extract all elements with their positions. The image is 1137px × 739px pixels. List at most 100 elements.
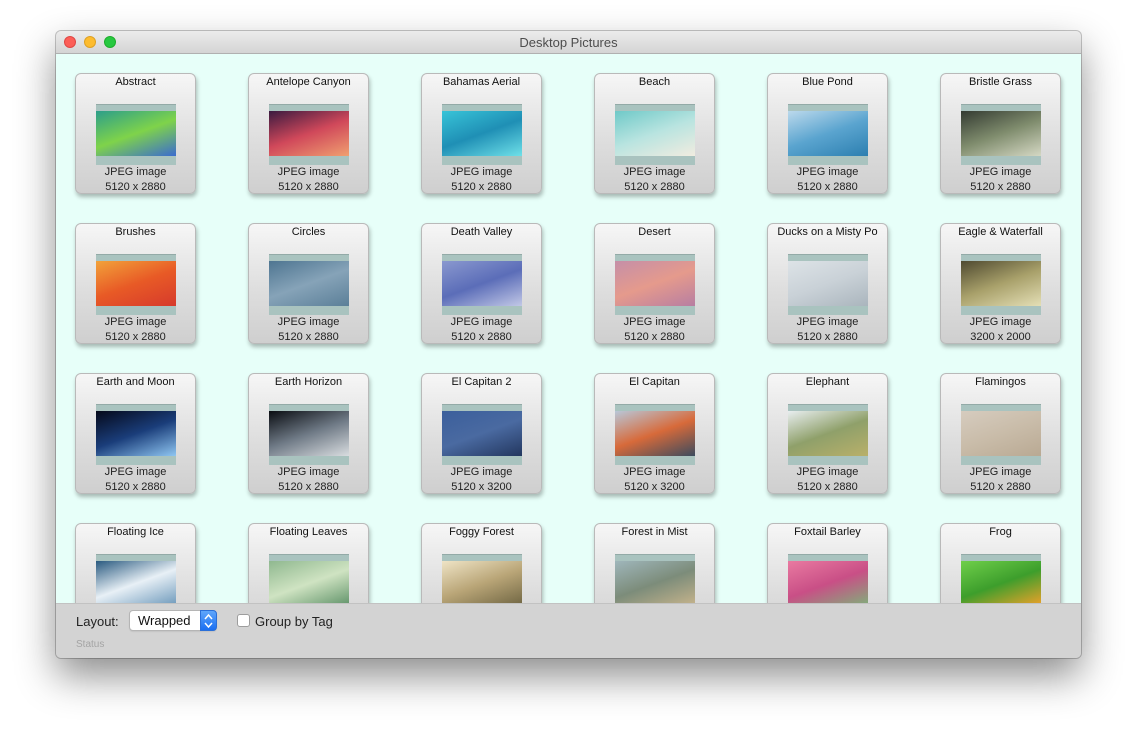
tile-type: JPEG image: [277, 466, 340, 478]
image-tile[interactable]: Brushes JPEG image 5120 x 2880: [75, 223, 196, 344]
tile-type: JPEG image: [796, 466, 859, 478]
tile-type: JPEG image: [104, 166, 167, 178]
tile-dimensions: 5120 x 2880: [797, 481, 858, 493]
layout-select[interactable]: Wrapped: [129, 610, 217, 631]
thumbnail-image: [961, 111, 1041, 156]
thumbnail-image: [615, 561, 695, 603]
tile-name: Forest in Mist: [621, 526, 688, 538]
chevron-down-icon: [204, 622, 213, 629]
group-by-tag-label[interactable]: Group by Tag: [255, 614, 333, 629]
tile-name: Elephant: [805, 376, 850, 388]
image-tile[interactable]: Bristle Grass JPEG image 5120 x 2880: [940, 73, 1061, 194]
image-tile[interactable]: Elephant JPEG image 5120 x 2880: [767, 373, 888, 494]
thumbnail-frame: [961, 104, 1041, 165]
tile-name: Circles: [291, 226, 326, 238]
group-by-tag-checkbox[interactable]: [237, 614, 250, 627]
thumbnail-frame: [442, 404, 522, 465]
tile-dimensions: 5120 x 2880: [278, 181, 339, 193]
thumbnail-frame: [615, 404, 695, 465]
image-tile[interactable]: FrogJPEG image: [940, 523, 1061, 603]
bottom-toolbar: Layout: Wrapped Group by Tag Status: [56, 603, 1081, 658]
thumbnail-image: [615, 411, 695, 456]
tile-dimensions: 5120 x 2880: [797, 181, 858, 193]
image-tile[interactable]: Death Valley JPEG image 5120 x 2880: [421, 223, 542, 344]
tile-name: Desert: [638, 226, 671, 238]
tile-type: JPEG image: [450, 466, 513, 478]
tile-dimensions: 5120 x 2880: [105, 331, 166, 343]
thumbnail-frame: [269, 254, 349, 315]
tile-dimensions: 5120 x 2880: [451, 331, 512, 343]
image-tile[interactable]: Blue Pond JPEG image 5120 x 2880: [767, 73, 888, 194]
image-tile[interactable]: Bahamas Aerial JPEG image 5120 x 2880: [421, 73, 542, 194]
tile-dimensions: 5120 x 2880: [105, 181, 166, 193]
image-tile[interactable]: Circles JPEG image 5120 x 2880: [248, 223, 369, 344]
thumbnail-frame: [615, 554, 695, 603]
thumbnail-image: [788, 111, 868, 156]
tile-type: JPEG image: [796, 166, 859, 178]
select-stepper[interactable]: [200, 610, 217, 631]
image-tile[interactable]: Desert JPEG image 5120 x 2880: [594, 223, 715, 344]
tile-type: JPEG image: [450, 166, 513, 178]
tile-name: Eagle & Waterfall: [958, 226, 1043, 238]
tile-name: Death Valley: [450, 226, 513, 238]
thumbnail-frame: [442, 554, 522, 603]
thumbnail-frame: [442, 104, 522, 165]
tile-name: El Capitan: [629, 376, 680, 388]
tile-name: Bristle Grass: [969, 76, 1032, 88]
tile-name: Blue Pond: [802, 76, 853, 88]
image-tile[interactable]: Abstract JPEG image 5120 x 2880: [75, 73, 196, 194]
thumbnail-image: [96, 561, 176, 603]
tile-dimensions: 5120 x 3200: [451, 481, 512, 493]
window-title: Desktop Pictures: [519, 35, 618, 50]
image-tile[interactable]: Floating IceJPEG image: [75, 523, 196, 603]
image-browser[interactable]: Abstract JPEG image 5120 x 2880 Antelope Ca…: [56, 54, 1081, 603]
thumbnail-frame: [269, 554, 349, 603]
thumbnail-image: [442, 411, 522, 456]
title-bar[interactable]: Desktop Pictures: [56, 31, 1081, 54]
thumbnail-frame: [788, 254, 868, 315]
image-tile[interactable]: Eagle & Waterfall JPEG image 3200 x 2000: [940, 223, 1061, 344]
image-tile[interactable]: Antelope Canyon JPEG image 5120 x 2880: [248, 73, 369, 194]
image-tile[interactable]: Beach JPEG image 5120 x 2880: [594, 73, 715, 194]
thumbnail-frame: [442, 254, 522, 315]
thumbnail-image: [442, 261, 522, 306]
tile-dimensions: 5120 x 2880: [797, 331, 858, 343]
image-tile[interactable]: Earth and Moon JPEG image 5120 x 2880: [75, 373, 196, 494]
thumbnail-image: [961, 561, 1041, 603]
tile-name: Brushes: [115, 226, 156, 238]
thumbnail-frame: [788, 554, 868, 603]
image-tile[interactable]: Forest in MistJPEG image: [594, 523, 715, 603]
chevron-up-icon: [204, 613, 213, 620]
thumbnail-image: [269, 111, 349, 156]
image-tile[interactable]: Foxtail BarleyJPEG image: [767, 523, 888, 603]
tile-type: JPEG image: [104, 466, 167, 478]
tile-name: Foggy Forest: [449, 526, 514, 538]
tile-dimensions: 5120 x 2880: [278, 331, 339, 343]
thumbnail-image: [269, 411, 349, 456]
thumbnail-frame: [96, 254, 176, 315]
tile-type: JPEG image: [277, 166, 340, 178]
layout-label: Layout:: [76, 614, 119, 629]
tile-type: JPEG image: [969, 316, 1032, 328]
image-tile[interactable]: Floating LeavesJPEG image: [248, 523, 369, 603]
thumbnail-image: [961, 261, 1041, 306]
thumbnail-image: [96, 111, 176, 156]
image-tile[interactable]: El Capitan JPEG image 5120 x 3200: [594, 373, 715, 494]
tile-name: Flamingos: [975, 376, 1026, 388]
tile-dimensions: 5120 x 3200: [624, 481, 685, 493]
tile-name: Bahamas Aerial: [442, 76, 521, 88]
image-tile[interactable]: El Capitan 2 JPEG image 5120 x 3200: [421, 373, 542, 494]
thumbnail-image: [615, 261, 695, 306]
image-tile[interactable]: Ducks on a Misty Po JPEG image 5120 x 2880: [767, 223, 888, 344]
tile-type: JPEG image: [450, 316, 513, 328]
image-tile[interactable]: Foggy ForestJPEG image: [421, 523, 542, 603]
tile-type: JPEG image: [969, 466, 1032, 478]
layout-select-value: Wrapped: [138, 613, 191, 628]
thumbnail-image: [269, 261, 349, 306]
thumbnail-frame: [961, 254, 1041, 315]
image-tile[interactable]: Earth Horizon JPEG image 5120 x 2880: [248, 373, 369, 494]
thumbnail-image: [96, 261, 176, 306]
tile-name: Foxtail Barley: [794, 526, 861, 538]
image-tile[interactable]: Flamingos JPEG image 5120 x 2880: [940, 373, 1061, 494]
tile-dimensions: 5120 x 2880: [278, 481, 339, 493]
